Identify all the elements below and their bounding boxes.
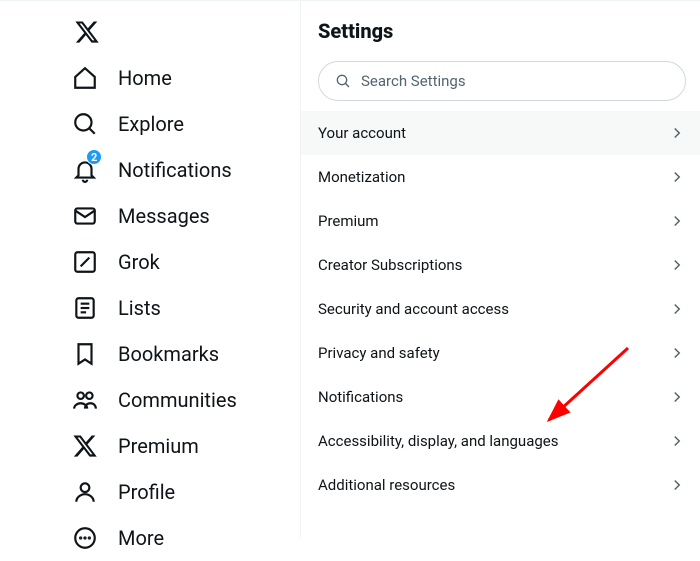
nav-item-label: Communities: [118, 388, 237, 412]
settings-item-label: Accessibility, display, and languages: [318, 432, 558, 450]
settings-item-label: Your account: [318, 124, 406, 142]
sidebar: Home Explore Notifications 2 Messages Grok Lis…: [0, 1, 300, 537]
nav-item-notifications[interactable]: Notifications 2: [72, 147, 300, 193]
nav-item-label: Bookmarks: [118, 342, 219, 366]
nav-item-label: Lists: [118, 296, 161, 320]
nav-item-explore[interactable]: Explore: [72, 101, 300, 147]
nav-item-home[interactable]: Home: [72, 55, 300, 101]
chevron-right-icon: [668, 212, 686, 230]
nav-item-label: More: [118, 526, 164, 550]
search-input[interactable]: [361, 72, 669, 90]
nav-item-more[interactable]: More: [72, 515, 300, 561]
settings-item-security-and-account-access[interactable]: Security and account access: [300, 287, 700, 331]
settings-panel: Settings Your account Monetization Premium…: [300, 1, 700, 537]
bookmark-icon: [72, 341, 98, 367]
settings-item-label: Notifications: [318, 388, 403, 406]
settings-item-label: Security and account access: [318, 300, 509, 318]
nav-item-grok[interactable]: Grok: [72, 239, 300, 285]
nav-item-communities[interactable]: Communities: [72, 377, 300, 423]
nav-item-lists[interactable]: Lists: [72, 285, 300, 331]
nav-item-messages[interactable]: Messages: [72, 193, 300, 239]
home-icon: [72, 65, 98, 91]
settings-item-label: Privacy and safety: [318, 344, 440, 362]
settings-item-your-account[interactable]: Your account: [300, 111, 700, 155]
chevron-right-icon: [668, 124, 686, 142]
settings-item-accessibility-display-and-languages[interactable]: Accessibility, display, and languages: [300, 419, 700, 463]
x-logo[interactable]: [72, 11, 300, 55]
settings-item-label: Premium: [318, 212, 379, 230]
notification-badge: 2: [86, 149, 102, 165]
nav-item-label: Messages: [118, 204, 210, 228]
settings-item-label: Additional resources: [318, 476, 455, 494]
envelope-icon: [72, 203, 98, 229]
settings-item-creator-subscriptions[interactable]: Creator Subscriptions: [300, 243, 700, 287]
settings-item-premium[interactable]: Premium: [300, 199, 700, 243]
settings-item-privacy-and-safety[interactable]: Privacy and safety: [300, 331, 700, 375]
nav-item-label: Explore: [118, 112, 184, 136]
nav-item-profile[interactable]: Profile: [72, 469, 300, 515]
settings-item-label: Creator Subscriptions: [318, 256, 462, 274]
settings-list: Your account Monetization Premium Creator S…: [318, 111, 686, 507]
chevron-right-icon: [668, 476, 686, 494]
nav-item-label: Premium: [118, 434, 199, 458]
settings-item-monetization[interactable]: Monetization: [300, 155, 700, 199]
chevron-right-icon: [668, 168, 686, 186]
communities-icon: [72, 387, 98, 413]
settings-item-label: Monetization: [318, 168, 405, 186]
nav-item-label: Home: [118, 66, 172, 90]
list-icon: [72, 295, 98, 321]
profile-icon: [72, 479, 98, 505]
nav-item-label: Profile: [118, 480, 175, 504]
chevron-right-icon: [668, 256, 686, 274]
grok-icon: [72, 249, 98, 275]
nav-item-label: Grok: [118, 250, 160, 274]
search-icon: [72, 111, 98, 137]
x-icon: [72, 433, 98, 459]
settings-item-notifications[interactable]: Notifications: [300, 375, 700, 419]
chevron-right-icon: [668, 344, 686, 362]
nav-item-label: Notifications: [118, 158, 232, 182]
search-icon: [335, 73, 351, 89]
chevron-right-icon: [668, 432, 686, 450]
vertical-divider: [300, 0, 301, 537]
search-settings[interactable]: [318, 61, 686, 101]
nav-item-bookmarks[interactable]: Bookmarks: [72, 331, 300, 377]
page-title: Settings: [318, 19, 686, 43]
chevron-right-icon: [668, 300, 686, 318]
chevron-right-icon: [668, 388, 686, 406]
more-icon: [72, 525, 98, 551]
nav-item-premium[interactable]: Premium: [72, 423, 300, 469]
settings-item-additional-resources[interactable]: Additional resources: [300, 463, 700, 507]
nav: Home Explore Notifications 2 Messages Grok Lis…: [72, 55, 300, 561]
